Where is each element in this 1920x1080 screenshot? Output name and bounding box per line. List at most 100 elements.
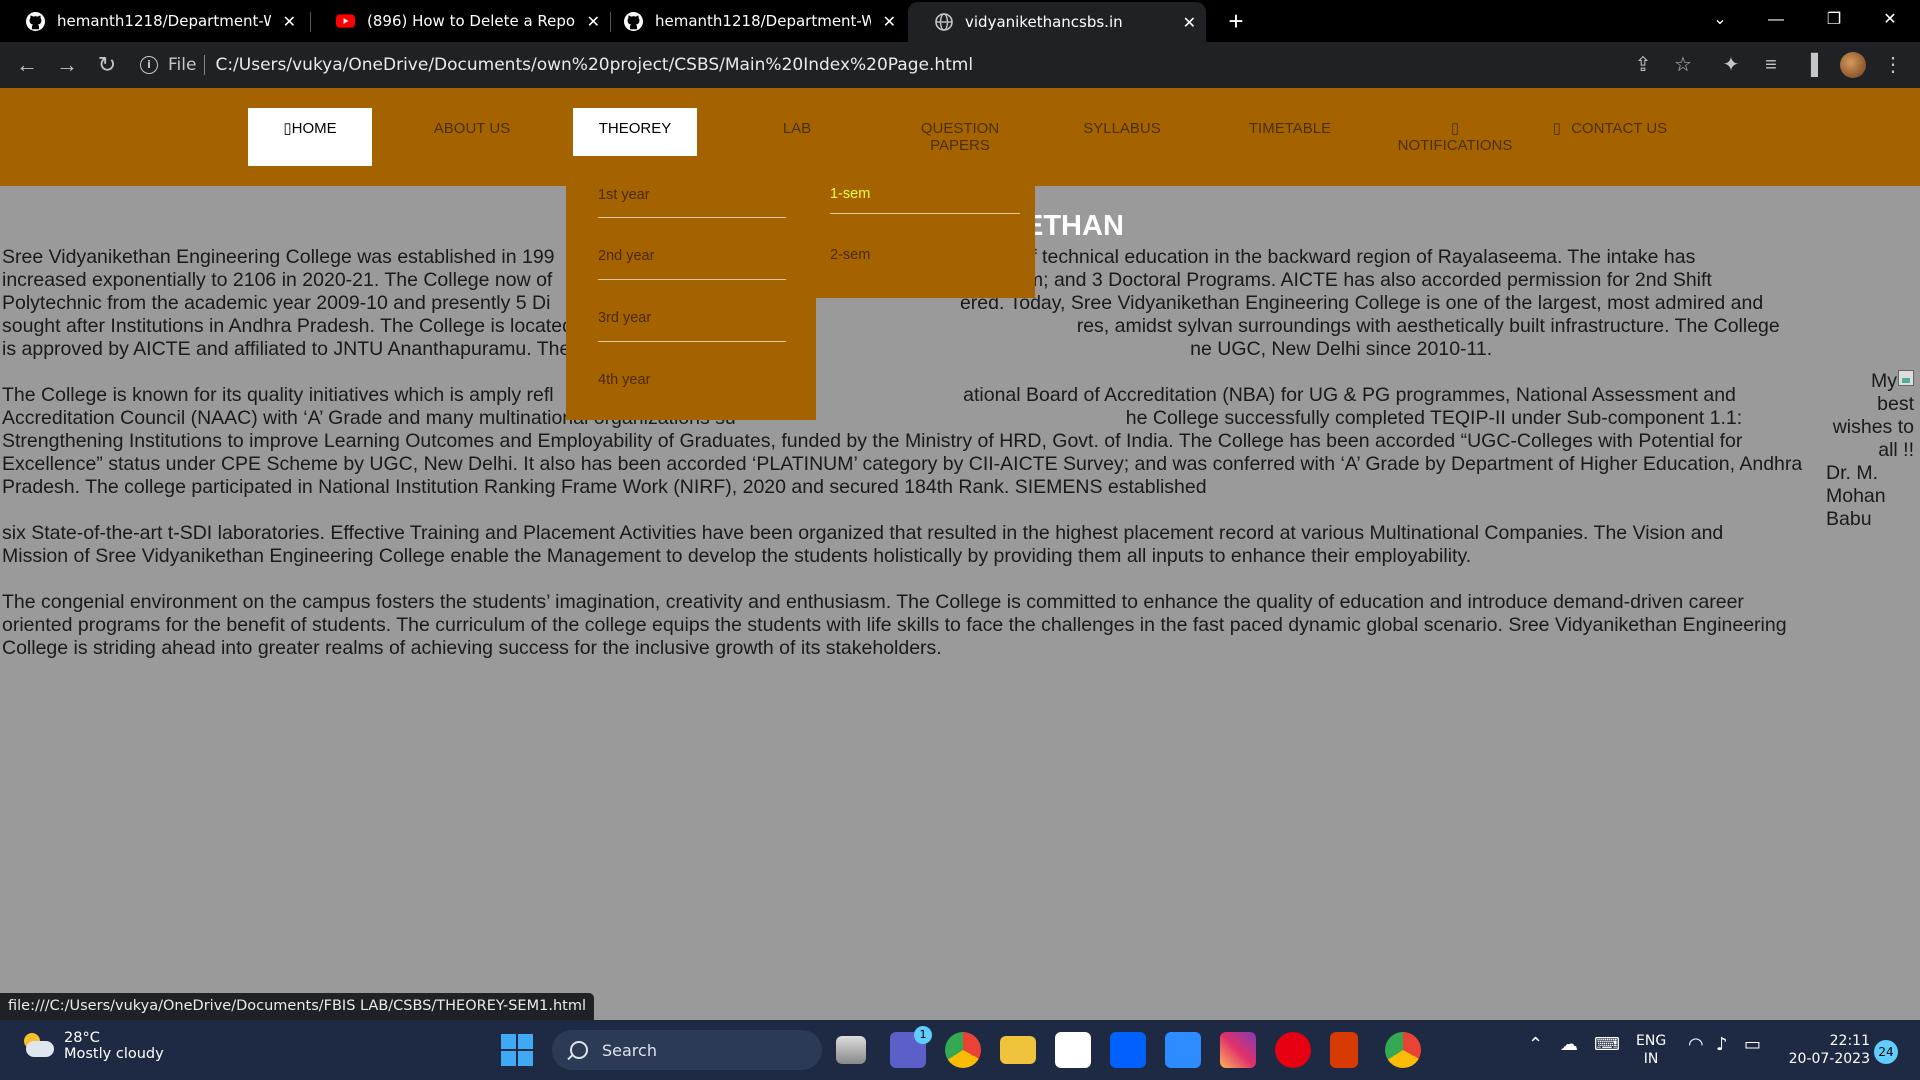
- dropdown-4th-year[interactable]: 4th year: [598, 372, 786, 404]
- dropdown-label: 2nd year: [598, 248, 655, 264]
- browser-tab-strip: hemanth1218/Department-Webs ✕ (896) How …: [0, 0, 1920, 42]
- taskbar-search[interactable]: Search: [552, 1030, 822, 1070]
- browser-tab[interactable]: hemanth1218/Department-Webs ✕: [598, 0, 906, 42]
- instagram-icon[interactable]: [1220, 1032, 1256, 1068]
- back-arrow-icon[interactable]: ←: [12, 50, 42, 80]
- nav-about-us[interactable]: ABOUT US: [410, 108, 534, 166]
- dropdown-3rd-year[interactable]: 3rd year: [598, 310, 786, 342]
- wishes-line: all !!: [1878, 439, 1914, 461]
- phone-icon: ▯: [1552, 120, 1562, 137]
- browser-tab[interactable]: hemanth1218/Department-Webs ✕: [0, 0, 306, 42]
- new-tab-button[interactable]: +: [1222, 7, 1250, 35]
- wishes-line: My: [1871, 370, 1897, 392]
- submenu-2-sem[interactable]: 2-sem: [830, 247, 1020, 275]
- dropbox-icon[interactable]: [1110, 1032, 1146, 1068]
- close-tab-icon[interactable]: ✕: [883, 12, 896, 31]
- teams-badge: 1: [914, 1026, 932, 1044]
- nav-syllabus[interactable]: SYLLABUS: [1060, 108, 1184, 166]
- teams-icon[interactable]: 1: [890, 1026, 932, 1068]
- onedrive-icon[interactable]: ☁: [1560, 1034, 1578, 1055]
- submenu-1-sem[interactable]: 1-sem: [830, 186, 1020, 214]
- chrome-active-icon[interactable]: [1385, 1032, 1421, 1068]
- profile-avatar[interactable]: [1840, 52, 1866, 78]
- globe-icon: [934, 13, 953, 32]
- weather-desc: Mostly cloudy: [64, 1046, 164, 1062]
- nav-theorey[interactable]: THEOREY: [573, 108, 697, 156]
- github-icon: [26, 11, 45, 31]
- notification-badge[interactable]: 24: [1874, 1040, 1898, 1064]
- nav-home[interactable]: ▯HOME: [248, 108, 372, 166]
- search-icon: [570, 1041, 588, 1059]
- bookmark-star-icon[interactable]: ☆: [1670, 52, 1696, 78]
- volume-icon[interactable]: ♪: [1716, 1034, 1728, 1055]
- info-icon[interactable]: i: [140, 56, 158, 74]
- site-navbar: ▯HOME ABOUT US THEOREY LAB QUESTION PAPE…: [0, 88, 1920, 186]
- windows-taskbar: 28°C Mostly cloudy Search 1 ⌃ ☁ ⌨ ENG IN…: [0, 1020, 1920, 1080]
- nav-question-papers[interactable]: QUESTION PAPERS: [898, 108, 1022, 166]
- chrome-icon[interactable]: [945, 1032, 981, 1068]
- tab-search-chevron-icon[interactable]: ⌄: [1692, 0, 1748, 42]
- system-clock[interactable]: 22:11 20-07-2023: [1786, 1032, 1870, 1068]
- reload-icon[interactable]: ↻: [92, 50, 122, 80]
- search-label: Search: [602, 1040, 657, 1060]
- nav-notifications[interactable]: ▯ NOTIFICATIONS: [1378, 108, 1532, 166]
- url-text: C:/Users/vukya/OneDrive/Documents/own%20…: [215, 55, 974, 75]
- weather-temp: 28°C: [64, 1030, 100, 1046]
- minimize-icon[interactable]: —: [1748, 0, 1804, 42]
- amazon-icon[interactable]: [1055, 1032, 1091, 1068]
- dropdown-2nd-year[interactable]: 2nd year: [598, 248, 786, 280]
- tab-title: vidyanikethancsbs.in: [965, 13, 1123, 31]
- close-tab-icon[interactable]: ✕: [283, 12, 296, 31]
- dropdown-label: 1st year: [598, 187, 650, 203]
- clock-time: 22:11: [1829, 1033, 1870, 1049]
- close-window-icon[interactable]: ✕: [1862, 0, 1918, 42]
- home-icon: ▯: [283, 120, 292, 137]
- divider: [204, 55, 206, 75]
- lang-region: IN: [1643, 1051, 1659, 1067]
- submenu-label: 1-sem: [830, 186, 871, 202]
- battery-icon[interactable]: ▭: [1744, 1034, 1761, 1055]
- restore-icon[interactable]: ❐: [1806, 0, 1862, 42]
- wifi-icon[interactable]: ◠: [1688, 1034, 1704, 1055]
- bell-icon: ▯: [1450, 120, 1460, 137]
- keyboard-icon[interactable]: ⌨: [1594, 1034, 1620, 1055]
- github-icon: [624, 11, 643, 31]
- main-content: ETHAN Sree Vidyanikethan Engineering Col…: [0, 186, 1920, 1020]
- page-heading: ETHAN: [1024, 210, 1124, 242]
- submenu-label: 2-sem: [830, 247, 871, 263]
- extensions-puzzle-icon[interactable]: ✦: [1718, 52, 1744, 78]
- browser-tab[interactable]: (896) How to Delete a Repository ✕: [310, 0, 610, 42]
- nav-lab[interactable]: LAB: [735, 108, 859, 166]
- side-panel-icon[interactable]: ▐: [1798, 52, 1824, 78]
- dropdown-1st-year[interactable]: 1st year: [598, 186, 786, 218]
- wishes-author: Babu: [1826, 508, 1872, 530]
- close-tab-icon[interactable]: ✕: [1183, 13, 1196, 32]
- tab-title: hemanth1218/Department-Webs: [57, 12, 271, 30]
- menu-kebab-icon[interactable]: ⋮: [1880, 52, 1906, 78]
- file-explorer-icon[interactable]: [1000, 1036, 1036, 1064]
- nav-contact-us[interactable]: ▯ CONTACT US: [1548, 108, 1672, 166]
- office-icon[interactable]: [1330, 1032, 1358, 1068]
- broken-image-icon: [1898, 370, 1914, 386]
- about-paragraph: The College is known for its quality ini…: [2, 384, 1803, 498]
- share-icon[interactable]: ⇪: [1630, 52, 1656, 78]
- windows-start-icon[interactable]: [501, 1034, 533, 1066]
- wishes-line: wishes to: [1832, 416, 1914, 438]
- chevron-up-icon[interactable]: ⌃: [1528, 1034, 1543, 1055]
- task-view-icon[interactable]: [836, 1036, 866, 1064]
- partly-cloudy-icon: [20, 1031, 54, 1061]
- media-queue-icon[interactable]: ≡: [1758, 52, 1784, 78]
- clock-date: 20-07-2023: [1788, 1051, 1870, 1067]
- address-bar[interactable]: i File C:/Users/vukya/OneDrive/Documents…: [140, 48, 1700, 82]
- nav-notifications-label: NOTIFICATIONS: [1397, 137, 1513, 154]
- dropdown-label: 4th year: [598, 372, 651, 388]
- nav-contact-label: CONTACT US: [1571, 120, 1668, 137]
- language-indicator[interactable]: ENG IN: [1636, 1032, 1666, 1068]
- zoom-icon[interactable]: [1165, 1032, 1201, 1068]
- about-paragraph: six State-of-the-art t-SDI laboratories.…: [2, 522, 1724, 567]
- opera-icon[interactable]: [1275, 1032, 1311, 1068]
- weather-widget[interactable]: 28°C Mostly cloudy: [20, 1030, 164, 1062]
- nav-timetable[interactable]: TIMETABLE: [1228, 108, 1352, 166]
- browser-tab-active[interactable]: vidyanikethancsbs.in ✕: [908, 2, 1206, 42]
- forward-arrow-icon[interactable]: →: [52, 50, 82, 80]
